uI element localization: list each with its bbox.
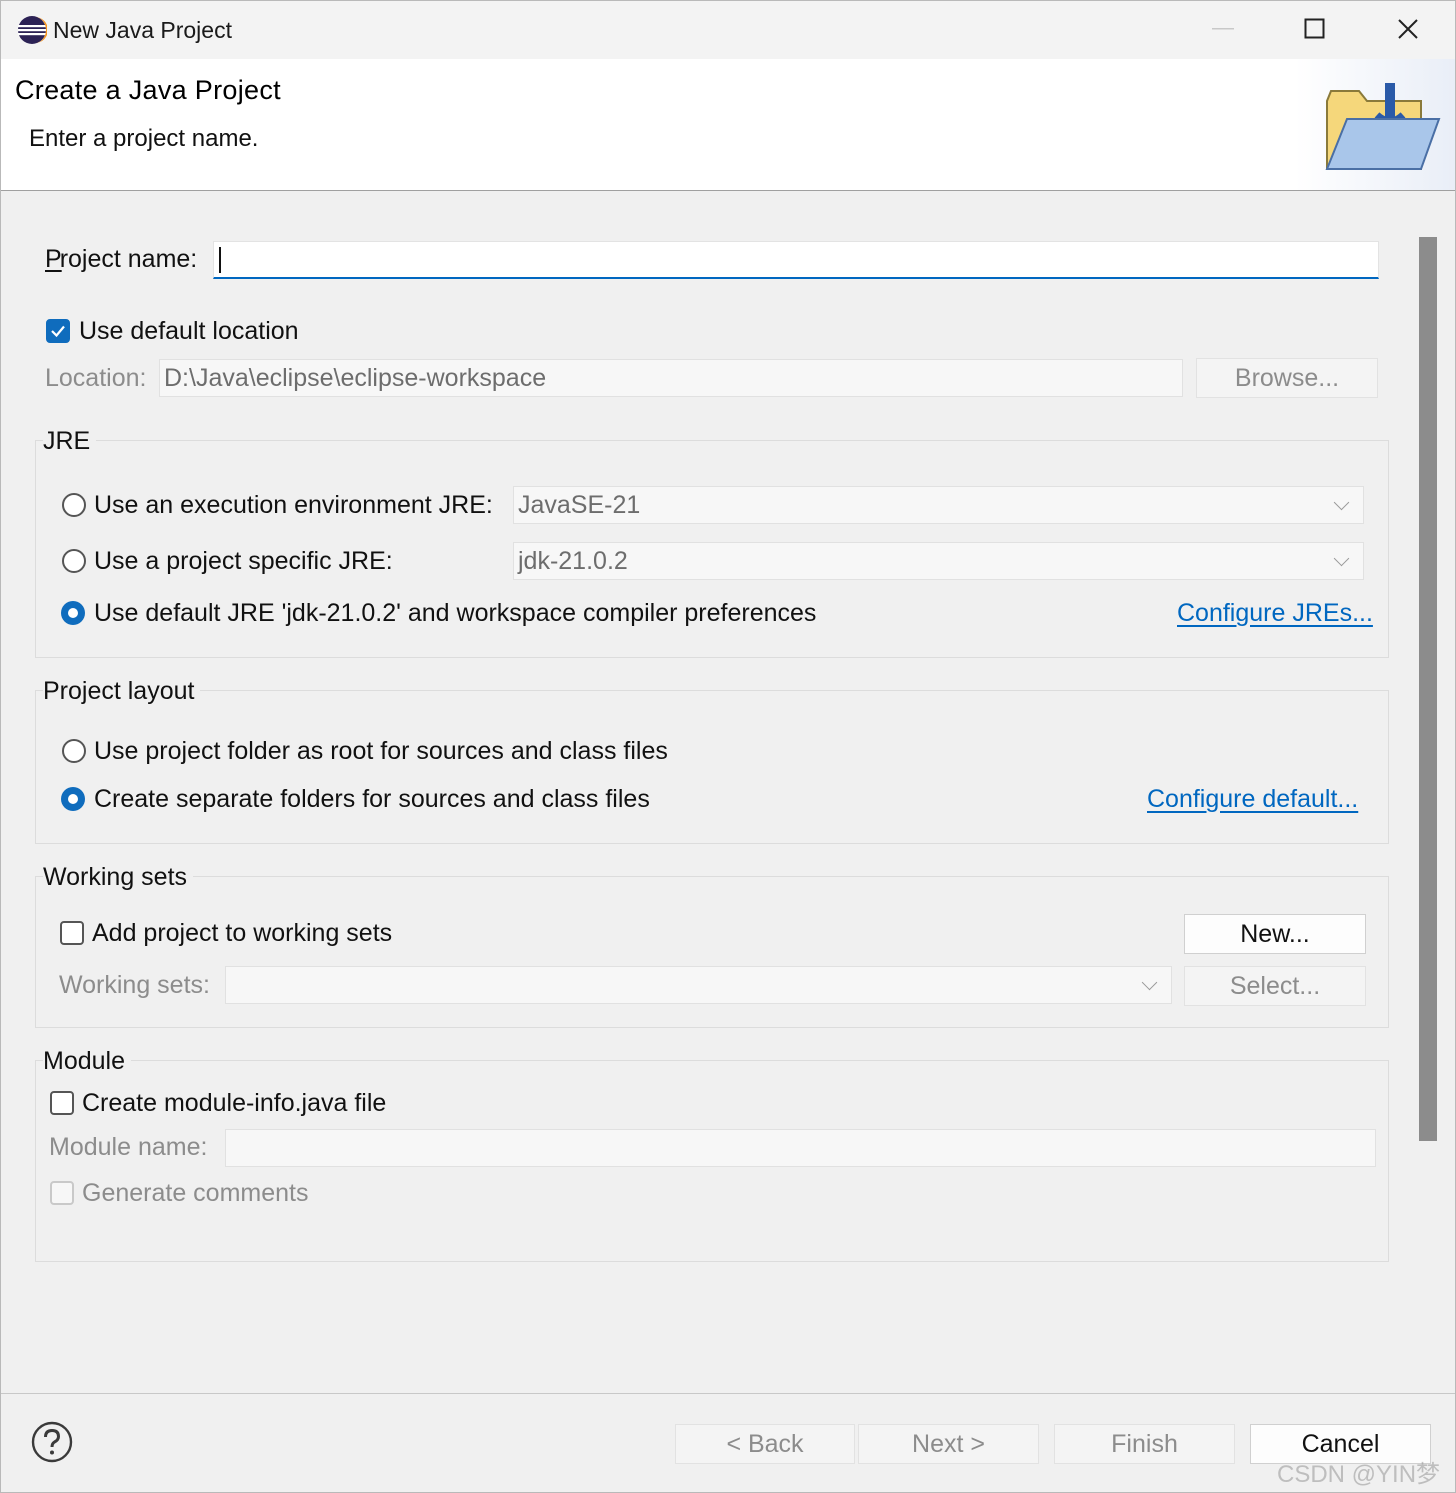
separate-folders-label: Create separate folders for sources and … <box>94 785 650 813</box>
banner-message: Enter a project name. <box>29 125 259 152</box>
footer-divider <box>1 1393 1455 1394</box>
default-jre-label: Use default JRE 'jdk-21.0.2' and workspa… <box>94 599 817 627</box>
minimize-button[interactable] <box>1200 9 1246 49</box>
working-sets-label: Working sets: <box>59 971 210 999</box>
create-module-info-checkbox[interactable] <box>50 1091 74 1115</box>
new-working-set-button[interactable]: New... <box>1184 914 1366 954</box>
new-java-project-dialog: New Java Project Create a Java Project E… <box>0 0 1456 1493</box>
help-icon[interactable] <box>31 1421 73 1463</box>
wizard-banner: Create a Java Project Enter a project na… <box>1 59 1455 191</box>
module-name-field[interactable] <box>225 1129 1376 1167</box>
use-default-location-label: Use default location <box>79 317 299 345</box>
maximize-icon <box>1304 18 1325 39</box>
configure-default-link[interactable]: Configure default... <box>1147 785 1358 814</box>
project-folder-root-label: Use project folder as root for sources a… <box>94 737 668 765</box>
working-sets-group-title: Working sets <box>43 863 194 892</box>
banner-title: Create a Java Project <box>15 75 281 105</box>
default-jre-radio[interactable] <box>61 601 85 625</box>
window-title: New Java Project <box>53 17 232 43</box>
close-icon <box>1398 19 1418 39</box>
title-bar: New Java Project <box>1 1 1455 59</box>
use-default-location-checkbox[interactable] <box>46 319 70 343</box>
vertical-scrollbar-thumb[interactable] <box>1419 237 1437 1141</box>
chevron-down-icon <box>1333 494 1350 511</box>
watermark: CSDN @YIN梦 <box>1277 1461 1441 1488</box>
execution-environment-radio[interactable] <box>62 493 86 517</box>
generate-comments-checkbox[interactable] <box>50 1181 74 1205</box>
chevron-down-icon <box>1333 550 1350 567</box>
checkmark-icon <box>51 325 65 338</box>
location-label: Location: <box>45 364 147 392</box>
configure-jres-link[interactable]: Configure JREs... <box>1177 599 1373 628</box>
text-cursor <box>219 247 221 273</box>
add-to-working-sets-checkbox[interactable] <box>60 921 84 945</box>
execution-environment-value: JavaSE-21 <box>518 491 641 519</box>
jre-group-title: JRE <box>43 427 97 456</box>
next-button[interactable]: Next > <box>858 1424 1039 1464</box>
project-name-label: Project name: <box>45 245 198 273</box>
chevron-down-icon <box>1141 974 1158 991</box>
browse-button[interactable]: Browse... <box>1196 358 1378 398</box>
separate-folders-radio[interactable] <box>61 787 85 811</box>
module-group-title: Module <box>43 1047 131 1076</box>
close-button[interactable] <box>1385 9 1431 49</box>
project-specific-jre-radio[interactable] <box>62 549 86 573</box>
back-button[interactable]: < Back <box>675 1424 855 1464</box>
minimize-icon <box>1212 28 1234 30</box>
add-to-working-sets-label: Add project to working sets <box>92 919 393 947</box>
execution-environment-label: Use an execution environment JRE: <box>94 491 493 519</box>
project-specific-jre-label: Use a project specific JRE: <box>94 547 393 575</box>
project-folder-root-radio[interactable] <box>62 739 86 763</box>
finish-button[interactable]: Finish <box>1054 1424 1235 1464</box>
project-specific-jre-value: jdk-21.0.2 <box>518 547 628 575</box>
location-field[interactable]: D:\Java\eclipse\eclipse-workspace <box>159 359 1183 397</box>
project-name-input[interactable] <box>213 241 1379 279</box>
execution-environment-combo[interactable]: JavaSE-21 <box>513 486 1364 524</box>
project-layout-group <box>35 690 1389 844</box>
java-project-folder-icon <box>1325 83 1441 170</box>
project-specific-jre-combo[interactable]: jdk-21.0.2 <box>513 542 1364 580</box>
select-working-sets-button[interactable]: Select... <box>1184 966 1366 1006</box>
module-name-label: Module name: <box>49 1133 208 1161</box>
create-module-info-label: Create module-info.java file <box>82 1089 387 1117</box>
working-sets-combo[interactable] <box>225 966 1172 1004</box>
project-layout-group-title: Project layout <box>43 677 201 706</box>
maximize-button[interactable] <box>1292 9 1338 49</box>
generate-comments-label: Generate comments <box>82 1179 309 1207</box>
eclipse-icon <box>18 16 47 44</box>
